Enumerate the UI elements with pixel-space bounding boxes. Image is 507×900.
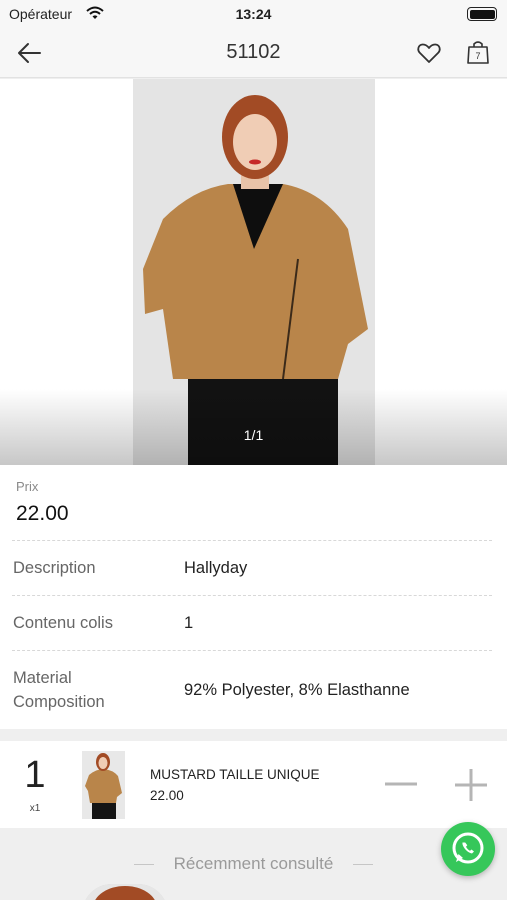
battery-icon [467,7,497,21]
recently-viewed-section: Récemment consulté [0,828,507,900]
shopping-bag-icon[interactable]: 7 [466,39,490,65]
divider [353,864,373,865]
whatsapp-button[interactable] [441,822,495,876]
increase-quantity-button[interactable] [454,768,488,802]
divider [12,540,492,541]
whatsapp-icon [441,832,495,880]
clock: 13:24 [235,6,272,22]
package-content-label: Contenu colis [13,614,113,632]
quantity-unit: x1 [29,803,41,814]
heart-icon[interactable] [416,40,442,66]
recent-product-thumbnail[interactable] [82,884,168,900]
description-value: Hallyday [184,559,248,577]
image-counter: 1/1 [243,427,264,443]
package-content-value: 1 [184,614,194,632]
divider [12,595,492,596]
product-gallery[interactable]: 1/1 [0,79,507,465]
recently-viewed-heading: Récemment consulté [173,854,334,873]
description-label: Description [13,559,96,577]
material-composition-value: 92% Polyester, 8% Elasthanne [184,681,410,699]
decrease-quantity-button[interactable] [384,771,418,797]
material-composition-label: Material Composition [13,669,105,711]
quantity-value: 1 [24,754,46,796]
svg-text:7: 7 [475,51,480,61]
status-bar: Opérateur 13:24 [0,0,507,28]
price-value: 22.00 [16,502,69,525]
variant-name: MUSTARD TAILLE UNIQUE [150,767,320,782]
price-label: Prix [16,479,39,494]
variant-row: 1 x1 MUSTARD TAILLE UNIQUE 22.00 [0,741,507,828]
nav-bar: 51102 7 [0,28,507,78]
divider [12,650,492,651]
variant-price: 22.00 [150,788,184,803]
product-details: Prix 22.00 Description Hallyday Contenu … [0,465,507,729]
variant-thumbnail [82,751,125,819]
